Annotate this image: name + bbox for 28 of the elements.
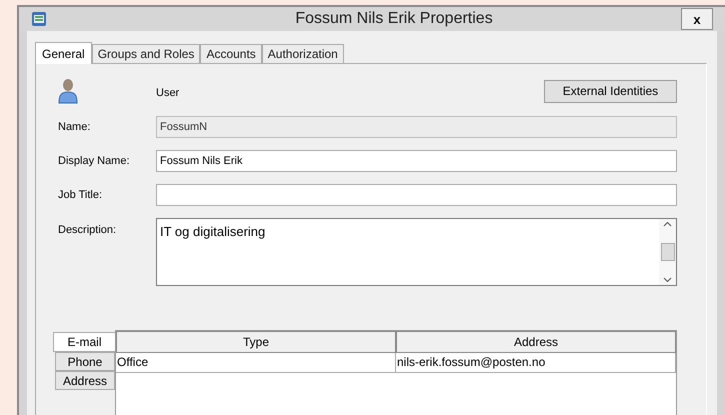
scrollbar[interactable] (659, 219, 676, 285)
table-cell: Office (116, 353, 396, 373)
field-label: Description: (58, 223, 118, 238)
object-type-label: User (156, 86, 180, 101)
field-label: Job Title: (58, 188, 104, 203)
scroll-thumb[interactable] (660, 243, 674, 261)
column-header[interactable]: Address (396, 331, 676, 353)
tab[interactable]: Accounts (200, 44, 262, 63)
tab[interactable]: General (35, 42, 92, 64)
app-icon (31, 11, 47, 27)
column-header[interactable]: Type (116, 331, 396, 353)
side-tab[interactable]: Address (55, 371, 115, 390)
text-field[interactable]: Fossum Nils Erik (156, 150, 677, 172)
table-cell: nils-erik.fossum@posten.no (396, 353, 676, 373)
side-tab[interactable]: E-mail (53, 332, 115, 352)
tab[interactable]: Authorization (262, 44, 344, 63)
close-button[interactable]: x (681, 8, 713, 30)
description-field[interactable]: IT og digitalisering (156, 218, 677, 286)
side-tab[interactable]: Phone (55, 352, 115, 371)
tab[interactable]: Groups and Roles (92, 44, 200, 63)
window-title: Fossum Nils Erik Properties (294, 9, 494, 29)
scroll-up-icon[interactable] (663, 221, 672, 227)
external-identities-button[interactable]: External Identities (544, 80, 677, 102)
scroll-down-icon[interactable] (663, 277, 672, 283)
text-field[interactable] (156, 184, 677, 206)
user-icon (58, 78, 78, 104)
field-label: Name: (58, 120, 92, 135)
field-label: Display Name: (58, 154, 131, 169)
